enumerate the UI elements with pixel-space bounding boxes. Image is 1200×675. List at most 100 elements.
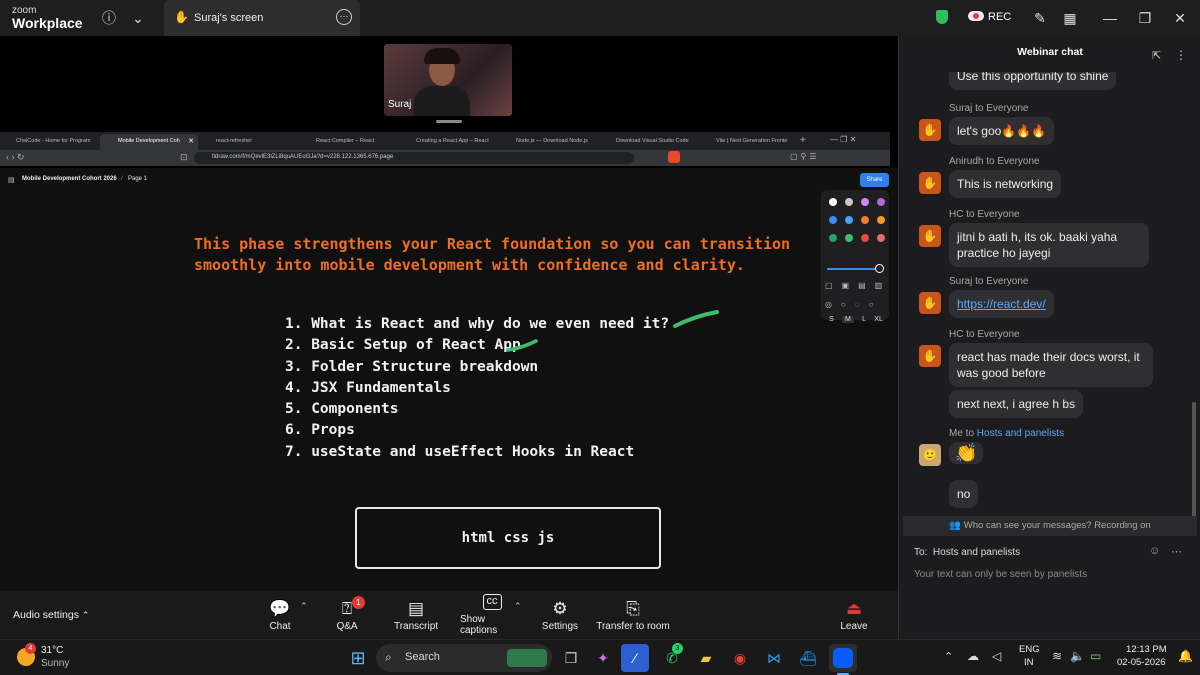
color-swatch[interactable] xyxy=(829,234,837,242)
back-forward-reload-icon[interactable]: ‹ › ↻ xyxy=(6,152,25,163)
browser-tab[interactable]: Download Visual Studio Code xyxy=(604,134,696,148)
popout-icon[interactable]: ⇱ xyxy=(1152,49,1161,62)
share-button[interactable]: Share xyxy=(860,173,889,187)
file-explorer-icon[interactable]: ▰ xyxy=(692,644,720,672)
avatar[interactable]: ✋ xyxy=(919,292,941,314)
dash-style-row[interactable]: ◎○◌○ xyxy=(825,300,885,312)
green-check-stroke[interactable] xyxy=(670,308,730,332)
docker-icon[interactable]: ⛴ xyxy=(794,644,822,672)
color-swatch[interactable] xyxy=(861,198,869,206)
avatar[interactable]: ✋ xyxy=(919,345,941,367)
settings-button[interactable]: ⚙ Settings xyxy=(540,591,580,639)
captions-chevron-icon[interactable]: ⌃ xyxy=(514,601,522,612)
avatar[interactable]: ✋ xyxy=(919,119,941,141)
new-tab-icon[interactable]: + xyxy=(800,135,806,146)
temperature[interactable]: 31°C xyxy=(41,645,63,656)
link-bubble[interactable]: https://react.dev/ xyxy=(949,290,1054,318)
browser-tab[interactable]: React Compiler – React xyxy=(304,134,396,148)
chat-input[interactable]: Your text can only be seen by panelists xyxy=(914,569,1087,580)
browser-tab[interactable]: Vite | Next Generation Fronte xyxy=(704,134,796,148)
taskbar-search[interactable]: ⌕ Search xyxy=(376,644,552,672)
url-field[interactable]: tldraw.com/f/mQevlE3lZLi8quAUEoGJa?d=v22… xyxy=(194,152,634,164)
color-swatch[interactable] xyxy=(845,216,853,224)
location-icon[interactable]: ◁ xyxy=(992,649,1001,663)
color-swatch[interactable] xyxy=(845,234,853,242)
wifi-icon[interactable]: ≋ xyxy=(1052,649,1062,663)
recipient-selector[interactable]: To: Hosts and panelists xyxy=(914,547,1020,558)
topic-list[interactable]: 1. What is React and why do we even need… xyxy=(285,314,669,463)
more-options-icon[interactable]: ··· xyxy=(336,9,352,25)
chat-message-list[interactable]: Use this opportunity to shine Suraj to E… xyxy=(899,72,1200,552)
html-css-js-box[interactable]: html css js xyxy=(355,507,661,569)
color-swatch[interactable] xyxy=(877,198,885,206)
browser-tab[interactable]: ChaiCode - Home for Program xyxy=(4,134,96,148)
close-icon[interactable]: ✕ xyxy=(1166,4,1194,32)
avatar[interactable]: ✋ xyxy=(919,225,941,247)
size-m[interactable]: M xyxy=(842,316,854,323)
privacy-note[interactable]: 👥 Who can see your messages? Recording o… xyxy=(903,516,1197,536)
document-title[interactable]: Mobile Development Cohort 2026 xyxy=(22,176,117,182)
size-s[interactable]: S xyxy=(829,316,834,323)
pen-icon[interactable]: ✎ xyxy=(1026,4,1054,32)
opacity-slider-thumb[interactable] xyxy=(875,264,884,273)
color-swatch[interactable] xyxy=(861,234,869,242)
color-swatch[interactable] xyxy=(829,216,837,224)
notifications-icon[interactable]: 🔔 xyxy=(1178,649,1193,663)
recipient-link[interactable]: Hosts and panelists xyxy=(977,428,1064,439)
restore-icon[interactable]: ❐ xyxy=(1131,4,1159,32)
minimize-icon[interactable]: — xyxy=(1096,4,1124,32)
chat-scrollbar[interactable] xyxy=(1192,402,1196,530)
topic-item[interactable]: 3. Folder Structure breakdown xyxy=(285,357,669,378)
tldraw-canvas[interactable]: ▤ Mobile Development Cohort 2026 / Page … xyxy=(0,168,898,624)
video-drag-handle[interactable] xyxy=(436,120,462,123)
transfer-to-room-button[interactable]: ⎘ Transfer to room xyxy=(596,591,670,639)
topic-item[interactable]: 1. What is React and why do we even need… xyxy=(285,314,669,335)
onedrive-icon[interactable]: ☁ xyxy=(967,649,979,663)
vscode-icon[interactable]: ⋈ xyxy=(760,644,788,672)
clock-time[interactable]: 12:13 PM xyxy=(1126,644,1167,655)
brave-shield-icon[interactable] xyxy=(668,151,680,163)
page-label[interactable]: Page 1 xyxy=(128,176,147,182)
color-swatch[interactable] xyxy=(877,234,885,242)
color-swatch[interactable] xyxy=(877,216,885,224)
app-icon[interactable]: ⁄ xyxy=(621,644,649,672)
zoom-app-icon[interactable] xyxy=(829,644,857,672)
topic-item[interactable]: 5. Components xyxy=(285,399,669,420)
my-avatar[interactable]: 🙂 xyxy=(919,444,941,466)
language-secondary[interactable]: IN xyxy=(1024,657,1034,668)
apps-icon[interactable]: ▦ xyxy=(1056,4,1084,32)
language-primary[interactable]: ENG xyxy=(1019,644,1040,655)
fill-style-row[interactable]: ▢▣▤▥ xyxy=(825,281,885,293)
more-vertical-icon[interactable]: ⋮ xyxy=(1175,48,1187,62)
chrome-icon[interactable]: ◉ xyxy=(726,644,754,672)
show-captions-button[interactable]: cc Show captions xyxy=(460,591,524,639)
transcript-button[interactable]: ▤ Transcript xyxy=(394,591,438,639)
color-swatch[interactable] xyxy=(845,198,853,206)
browser-tab[interactable]: react-refresher xyxy=(204,134,296,148)
topic-item[interactable]: 4. JSX Fundamentals xyxy=(285,378,669,399)
weather-condition[interactable]: Sunny xyxy=(41,658,69,669)
chat-bubble[interactable]: This is networking xyxy=(949,170,1062,198)
chat-bubble[interactable]: next next, i agree h bs xyxy=(949,390,1084,418)
color-swatch[interactable] xyxy=(861,216,869,224)
browser-tab[interactable]: Node.js — Download Node.js xyxy=(504,134,596,148)
info-icon[interactable]: ⓘ xyxy=(95,4,123,32)
presenter-video[interactable]: Suraj xyxy=(384,44,512,116)
bookmark-icon[interactable]: ⊡ xyxy=(180,152,188,163)
avatar[interactable]: ✋ xyxy=(919,172,941,194)
windows-start-icon[interactable]: ⊞ xyxy=(344,644,372,672)
chat-bubble[interactable]: no xyxy=(949,480,979,508)
green-underline-stroke[interactable] xyxy=(504,334,544,356)
chat-more-icon[interactable]: ⋯ xyxy=(1171,545,1182,558)
chat-bubble[interactable]: let's goo🔥🔥🔥 xyxy=(949,117,1055,145)
tray-overflow-icon[interactable]: ⌃ xyxy=(944,650,953,663)
intro-text[interactable]: This phase strengthens your React founda… xyxy=(194,234,794,276)
chat-chevron-icon[interactable]: ⌃ xyxy=(300,601,308,612)
window-controls-icon[interactable]: — ❐ ✕ xyxy=(830,135,856,144)
color-swatch[interactable] xyxy=(829,198,837,206)
chat-bubble[interactable]: jitni b aati h, its ok. baaki yaha pract… xyxy=(949,223,1149,267)
chat-bubble[interactable]: Use this opportunity to shine xyxy=(949,72,1117,90)
topic-item[interactable]: 7. useState and useEffect Hooks in React xyxy=(285,442,669,463)
browser-tab-active[interactable]: Mobile Development Coh ✕ xyxy=(100,134,198,150)
chevron-down-icon[interactable]: ⌄ xyxy=(124,4,152,32)
